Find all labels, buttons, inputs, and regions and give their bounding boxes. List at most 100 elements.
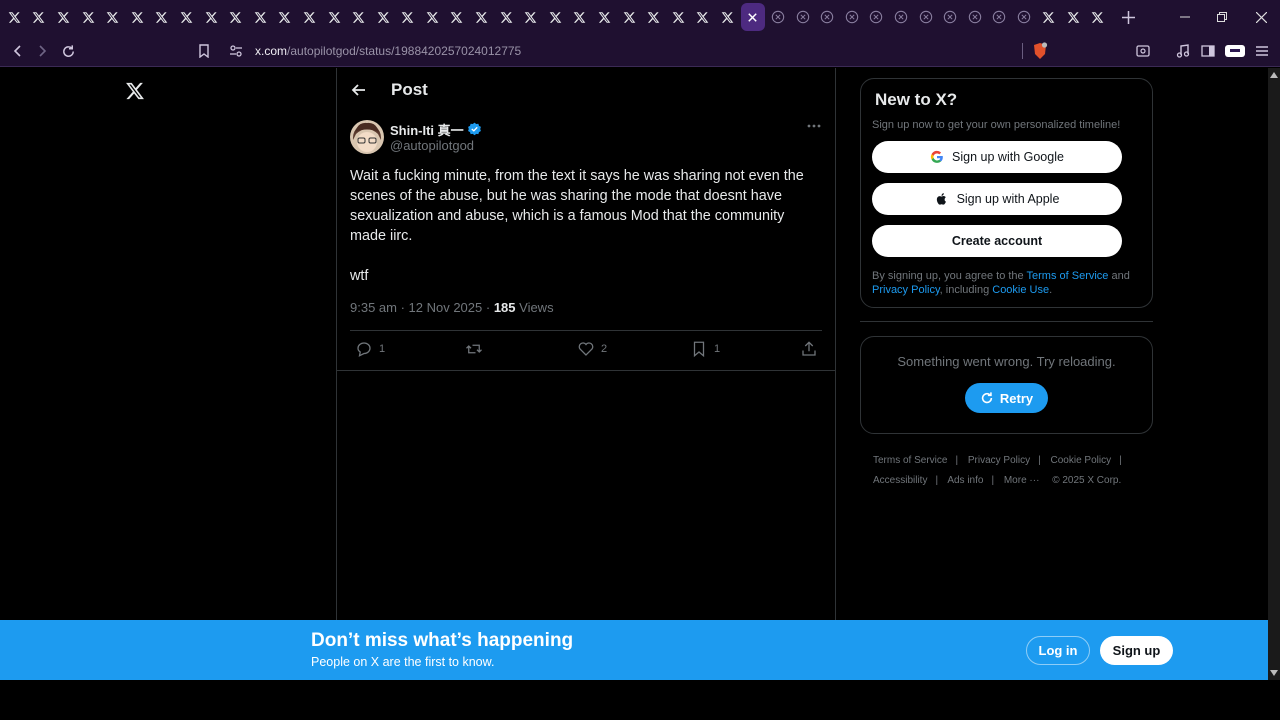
forward-button[interactable] — [31, 40, 53, 62]
scroll-up-arrow-icon[interactable] — [1270, 72, 1278, 78]
menu-button[interactable] — [1251, 40, 1273, 62]
signup-card: New to X? Sign up now to get your own pe… — [860, 78, 1153, 308]
tab-x[interactable] — [691, 3, 716, 31]
reply-button[interactable]: 1 — [355, 340, 385, 358]
share-button[interactable] — [800, 340, 818, 358]
tab-x[interactable] — [568, 3, 593, 31]
tab-x[interactable] — [469, 3, 494, 31]
login-button[interactable]: Log in — [1026, 636, 1090, 665]
tab-x[interactable] — [51, 3, 76, 31]
brave-shields-icon[interactable] — [1032, 42, 1048, 60]
tab-x[interactable] — [1061, 3, 1086, 31]
close-window-button[interactable] — [1242, 0, 1280, 34]
reply-icon — [357, 342, 371, 357]
user-handle[interactable]: @autopilotgod — [390, 138, 482, 153]
display-name[interactable]: Shin-Iti 真一 — [390, 120, 464, 139]
tab-crashed[interactable] — [790, 3, 815, 31]
tab-crashed[interactable] — [889, 3, 914, 31]
tab-x[interactable] — [248, 3, 273, 31]
footer-privacy-link[interactable]: Privacy Policy — [968, 455, 1030, 466]
tab-x[interactable] — [297, 3, 322, 31]
site-settings-icon[interactable] — [229, 44, 243, 58]
tab-x[interactable] — [617, 3, 642, 31]
media-button[interactable] — [1172, 40, 1194, 62]
tab-x[interactable] — [223, 3, 248, 31]
x-favicon-icon — [524, 11, 537, 23]
tab-x[interactable] — [592, 3, 617, 31]
x-favicon-icon — [401, 11, 414, 23]
signup-apple-button[interactable]: Sign up with Apple — [872, 183, 1122, 215]
tab-x[interactable] — [666, 3, 691, 31]
footer-cookie-link[interactable]: Cookie Policy — [1051, 455, 1112, 466]
tab-x[interactable] — [322, 3, 347, 31]
sidebar-button[interactable] — [1197, 40, 1219, 62]
tweet-timestamp[interactable]: 9:35 am · 12 Nov 2025 · — [350, 300, 494, 315]
reload-button[interactable] — [57, 40, 79, 62]
tab-x[interactable] — [346, 3, 371, 31]
tab-crashed[interactable] — [840, 3, 865, 31]
tab-crashed[interactable] — [913, 3, 938, 31]
tab-active[interactable] — [740, 3, 765, 31]
like-button[interactable]: 2 — [577, 340, 607, 358]
wallet-button[interactable] — [1224, 40, 1246, 62]
signup-button[interactable]: Sign up — [1100, 636, 1173, 665]
tab-crashed[interactable] — [987, 3, 1012, 31]
tab-crashed[interactable] — [938, 3, 963, 31]
copyright: © 2025 X Corp. — [1052, 475, 1122, 486]
footer-tos-link[interactable]: Terms of Service — [873, 455, 947, 466]
restore-button[interactable] — [1203, 0, 1241, 34]
tab-x[interactable] — [174, 3, 199, 31]
tab-crashed[interactable] — [864, 3, 889, 31]
tab-x[interactable] — [371, 3, 396, 31]
tab-x[interactable] — [2, 3, 27, 31]
tab-x[interactable] — [420, 3, 445, 31]
screen-icon — [1136, 45, 1150, 57]
tab-x[interactable] — [715, 3, 740, 31]
cookie-use-link[interactable]: Cookie Use — [992, 284, 1049, 296]
tab-x[interactable] — [273, 3, 298, 31]
tab-x[interactable] — [494, 3, 519, 31]
footer-ads-link[interactable]: Ads info — [947, 475, 983, 486]
tab-x[interactable] — [1036, 3, 1061, 31]
tab-crashed[interactable] — [766, 3, 791, 31]
tab-crashed[interactable] — [1012, 3, 1037, 31]
new-tab-button[interactable] — [1116, 3, 1141, 31]
minimize-button[interactable] — [1166, 0, 1204, 34]
tab-x[interactable] — [396, 3, 421, 31]
tab-x[interactable] — [445, 3, 470, 31]
tab-x[interactable] — [543, 3, 568, 31]
tab-crashed[interactable] — [963, 3, 988, 31]
scroll-down-arrow-icon[interactable] — [1270, 670, 1278, 676]
tab-x[interactable] — [125, 3, 150, 31]
x-favicon-icon — [352, 11, 365, 23]
x-logo-icon[interactable] — [125, 81, 145, 101]
tab-x[interactable] — [518, 3, 543, 31]
tab-crashed[interactable] — [815, 3, 840, 31]
more-options-button[interactable] — [807, 124, 821, 128]
privacy-link[interactable]: Privacy Policy — [872, 284, 940, 296]
back-arrow-button[interactable] — [351, 82, 367, 98]
address-bar[interactable]: x.com/autopilotgod/status/19884202570240… — [222, 39, 1052, 63]
footer-accessibility-link[interactable]: Accessibility — [873, 475, 927, 486]
retry-button[interactable]: Retry — [964, 383, 1049, 413]
avatar[interactable] — [350, 120, 384, 154]
ellipsis-icon — [807, 124, 821, 128]
back-button[interactable] — [7, 40, 29, 62]
bookmark-button[interactable]: 1 — [690, 340, 720, 358]
tab-x[interactable] — [199, 3, 224, 31]
tab-x[interactable] — [1086, 3, 1111, 31]
x-favicon-icon — [451, 11, 463, 23]
repost-button[interactable] — [465, 340, 483, 358]
tab-x[interactable] — [100, 3, 125, 31]
tab-x[interactable] — [27, 3, 52, 31]
leo-button[interactable] — [1132, 40, 1154, 62]
tab-x[interactable] — [150, 3, 175, 31]
bookmark-page-button[interactable] — [193, 40, 215, 62]
footer-more-link[interactable]: More ··· — [1004, 475, 1040, 486]
tos-link[interactable]: Terms of Service — [1027, 270, 1109, 282]
tab-x[interactable] — [76, 3, 101, 31]
tab-x[interactable] — [641, 3, 666, 31]
create-account-button[interactable]: Create account — [872, 225, 1122, 257]
page-scrollbar[interactable] — [1268, 68, 1280, 680]
signup-google-button[interactable]: Sign up with Google — [872, 141, 1122, 173]
